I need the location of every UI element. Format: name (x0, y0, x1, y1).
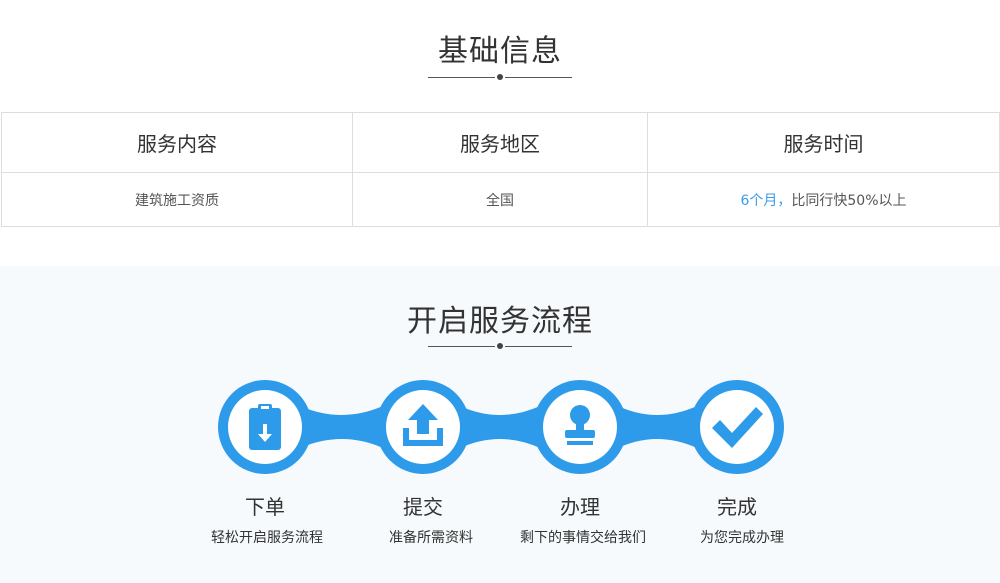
step-3-circle (533, 380, 627, 474)
basic-info-header: 基础信息 (0, 32, 1000, 72)
process-title: 开启服务流程 (407, 304, 593, 339)
process-flow-graphic (218, 380, 784, 474)
time-rest: 比同行快50%以上 (791, 192, 907, 209)
process-header: 开启服务流程 (0, 302, 1000, 342)
time-highlight: 6个月， (740, 192, 792, 209)
step-4-circle (690, 380, 784, 474)
flow-connectors (300, 406, 697, 448)
cell-service-content: 建筑施工资质 (1, 172, 353, 227)
step-4-label: 完成 (717, 495, 757, 519)
table-row: 建筑施工资质 全国 6个月，比同行快50%以上 (1, 172, 1000, 227)
header-service-content: 服务内容 (1, 112, 353, 173)
step-1-circle (218, 380, 312, 474)
step-4-desc: 为您完成办理 (700, 530, 784, 546)
header-service-region: 服务地区 (352, 112, 648, 173)
cell-service-time: 6个月，比同行快50%以上 (647, 172, 1000, 227)
basic-info-title: 基础信息 (438, 34, 562, 69)
header-service-time: 服务时间 (647, 112, 1000, 173)
process-title-divider (428, 343, 572, 351)
basic-info-table: 服务内容 服务地区 服务时间 建筑施工资质 全国 6个月，比同行快50%以上 (1, 112, 1000, 227)
step-2-circle (376, 380, 470, 474)
basic-info-title-divider (428, 74, 572, 82)
clipboard-download-icon (249, 404, 281, 450)
table-header-row: 服务内容 服务地区 服务时间 (1, 112, 1000, 173)
cell-service-region: 全国 (352, 172, 648, 227)
